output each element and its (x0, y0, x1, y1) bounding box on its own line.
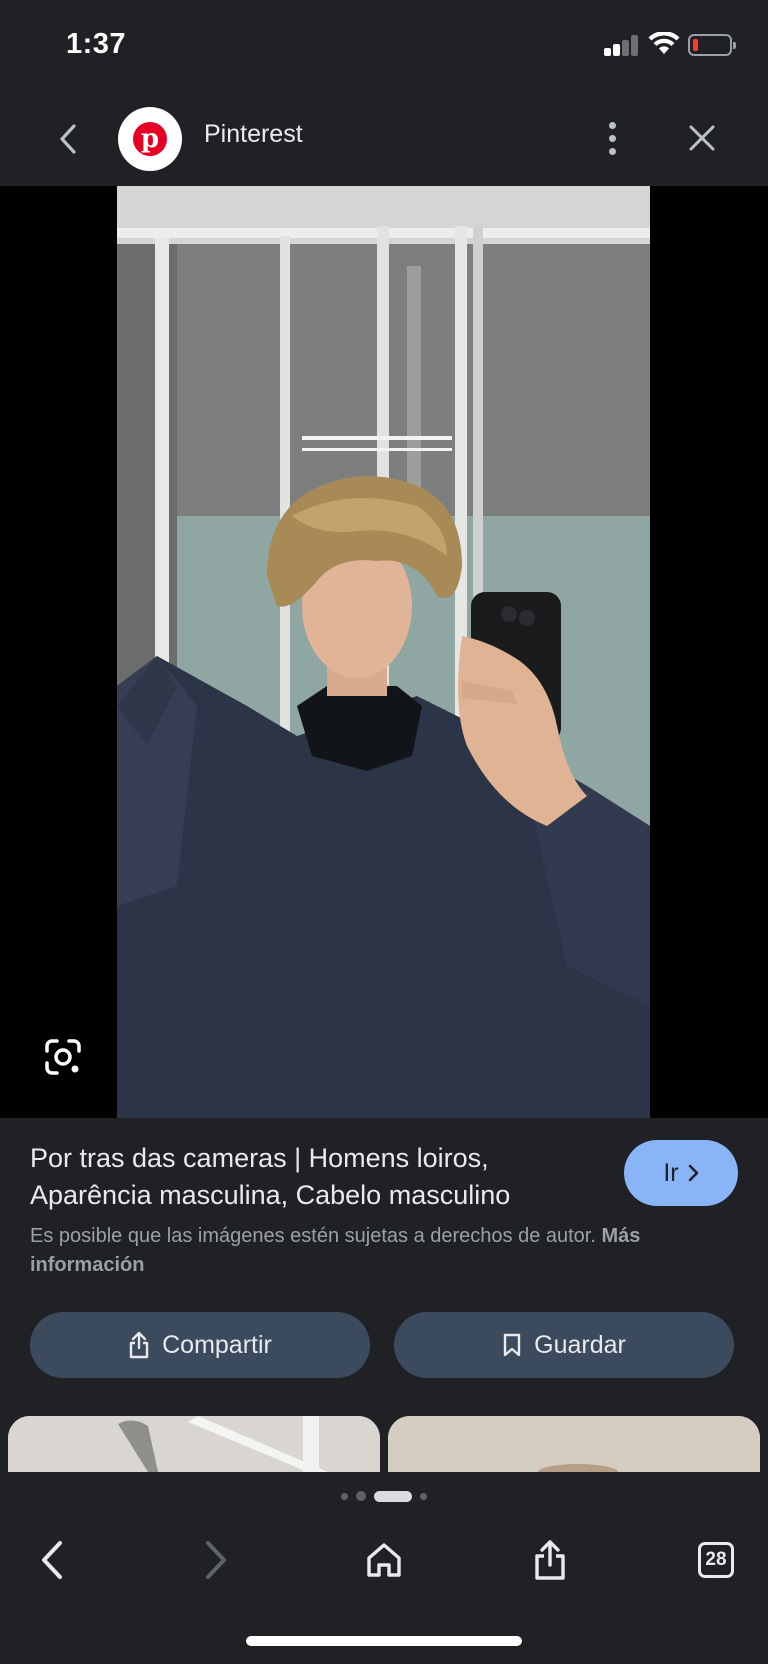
image-viewer[interactable] (0, 186, 768, 1118)
share-button[interactable]: Compartir (30, 1312, 370, 1378)
save-button[interactable]: Guardar (394, 1312, 734, 1378)
main-photo[interactable] (117, 186, 650, 1118)
status-time: 1:37 (66, 28, 127, 60)
mirror-selfie-photo (117, 186, 650, 1118)
pinterest-logo-icon: p (133, 122, 167, 156)
browser-back-button[interactable] (22, 1530, 82, 1590)
result-title[interactable]: Por tras das cameras | Homens loiros, Ap… (30, 1140, 610, 1214)
save-button-label: Guardar (534, 1330, 626, 1359)
viewer-header: p Pinterest (0, 92, 768, 186)
site-name[interactable]: Pinterest (204, 120, 303, 149)
close-button[interactable] (680, 112, 724, 164)
google-lens-icon (45, 1039, 81, 1075)
status-bar: 1:37 (0, 0, 768, 92)
chevron-right-icon (688, 1164, 698, 1182)
related-photo-2 (388, 1416, 760, 1472)
more-options-button[interactable] (596, 112, 628, 164)
related-image-thumbnail[interactable] (388, 1416, 760, 1472)
close-icon (689, 125, 715, 151)
share-icon (129, 1331, 149, 1359)
site-favicon[interactable]: p (118, 107, 182, 171)
browser-forward-button[interactable] (186, 1530, 246, 1590)
page-dot (356, 1491, 366, 1501)
share-button-label: Compartir (162, 1330, 272, 1359)
tabs-count-icon: 28 (698, 1542, 734, 1578)
related-photo-1 (8, 1416, 380, 1472)
cellular-signal-icon (604, 34, 640, 56)
back-button[interactable] (48, 114, 88, 164)
copyright-notice: Es posible que las imágenes estén sujeta… (30, 1222, 730, 1280)
google-image-viewer: 1:37 p Pinterest Por tras das cameras | … (0, 0, 768, 1664)
visit-button[interactable]: Ir (624, 1140, 738, 1206)
visit-button-label: Ir (663, 1158, 679, 1187)
bookmark-icon (503, 1333, 521, 1357)
chevron-left-icon (60, 124, 76, 154)
share-icon (535, 1540, 565, 1580)
browser-share-button[interactable] (520, 1530, 580, 1590)
page-indicator (0, 1488, 768, 1504)
home-icon (367, 1543, 401, 1577)
battery-level (693, 39, 698, 51)
page-dot (341, 1492, 348, 1500)
tabs-button[interactable]: 28 (686, 1530, 746, 1590)
arrow-back-icon (42, 1541, 62, 1579)
home-indicator[interactable] (246, 1636, 522, 1646)
home-button[interactable] (354, 1530, 414, 1590)
battery-icon (688, 34, 736, 56)
google-lens-button[interactable] (40, 1034, 86, 1080)
page-dot (420, 1492, 427, 1500)
wifi-icon (648, 32, 680, 54)
copyright-text: Es posible que las imágenes estén sujeta… (30, 1225, 596, 1247)
browser-toolbar: 28 (0, 1520, 768, 1600)
page-dot-active (374, 1490, 412, 1502)
arrow-forward-icon (206, 1541, 226, 1579)
more-vertical-icon (608, 121, 616, 129)
related-image-thumbnail[interactable] (8, 1416, 380, 1472)
